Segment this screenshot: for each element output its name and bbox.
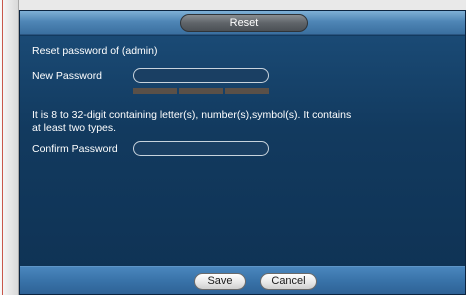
- new-password-label: New Password: [32, 70, 103, 82]
- reset-password-dialog: Reset Reset password of (admin) New Pass…: [19, 10, 466, 295]
- save-button[interactable]: Save: [194, 273, 246, 290]
- dialog-content: Reset password of (admin) New Password I…: [20, 36, 465, 268]
- dialog-title: Reset: [180, 14, 308, 32]
- reset-password-label: Reset password of (admin): [32, 45, 158, 57]
- new-password-input[interactable]: [133, 68, 269, 83]
- strength-bar-segment-1: [133, 88, 177, 94]
- dialog-titlebar: Reset: [20, 11, 465, 35]
- strength-bar-segment-3: [225, 88, 269, 94]
- strength-bar-segment-2: [179, 88, 223, 94]
- confirm-password-label: Confirm Password: [32, 143, 118, 155]
- confirm-password-input[interactable]: [133, 141, 269, 156]
- background-window-edge: [0, 0, 19, 295]
- dialog-footer: Save Cancel: [20, 266, 465, 294]
- cancel-button[interactable]: Cancel: [260, 273, 317, 290]
- password-hint: It is 8 to 32-digit containing letter(s)…: [32, 109, 352, 134]
